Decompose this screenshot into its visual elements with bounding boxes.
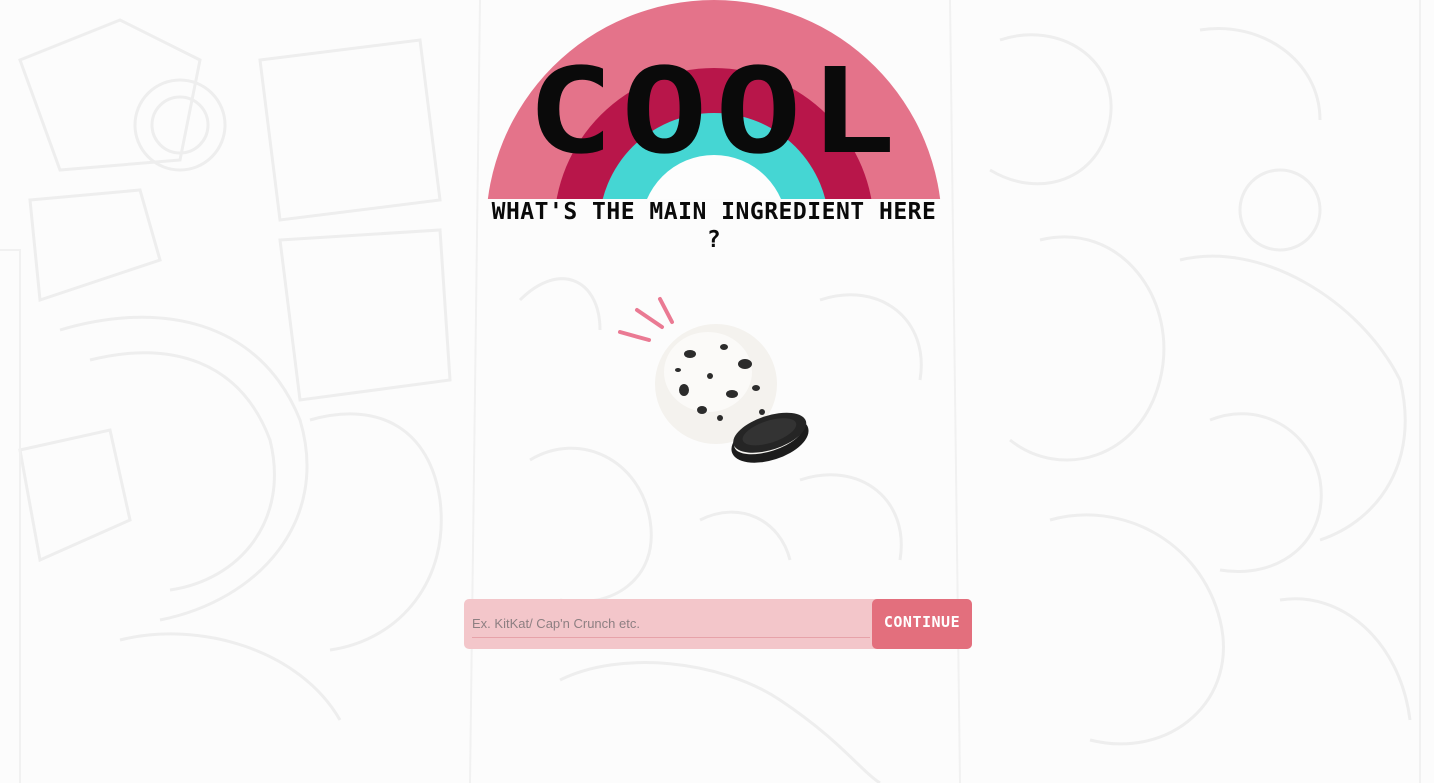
ingredient-input[interactable] (472, 609, 870, 638)
logo-text: COOL (527, 42, 903, 180)
ingredient-form: CONTINUE (464, 599, 972, 649)
page: COOL What's the main ingredient here ? (0, 0, 1434, 783)
ice-cream-scoop-icon (618, 297, 809, 463)
sparkle-lines-icon (618, 297, 674, 342)
continue-button[interactable]: CONTINUE (872, 599, 972, 649)
ingredient-question: What's the main ingredient here ? (491, 199, 937, 253)
